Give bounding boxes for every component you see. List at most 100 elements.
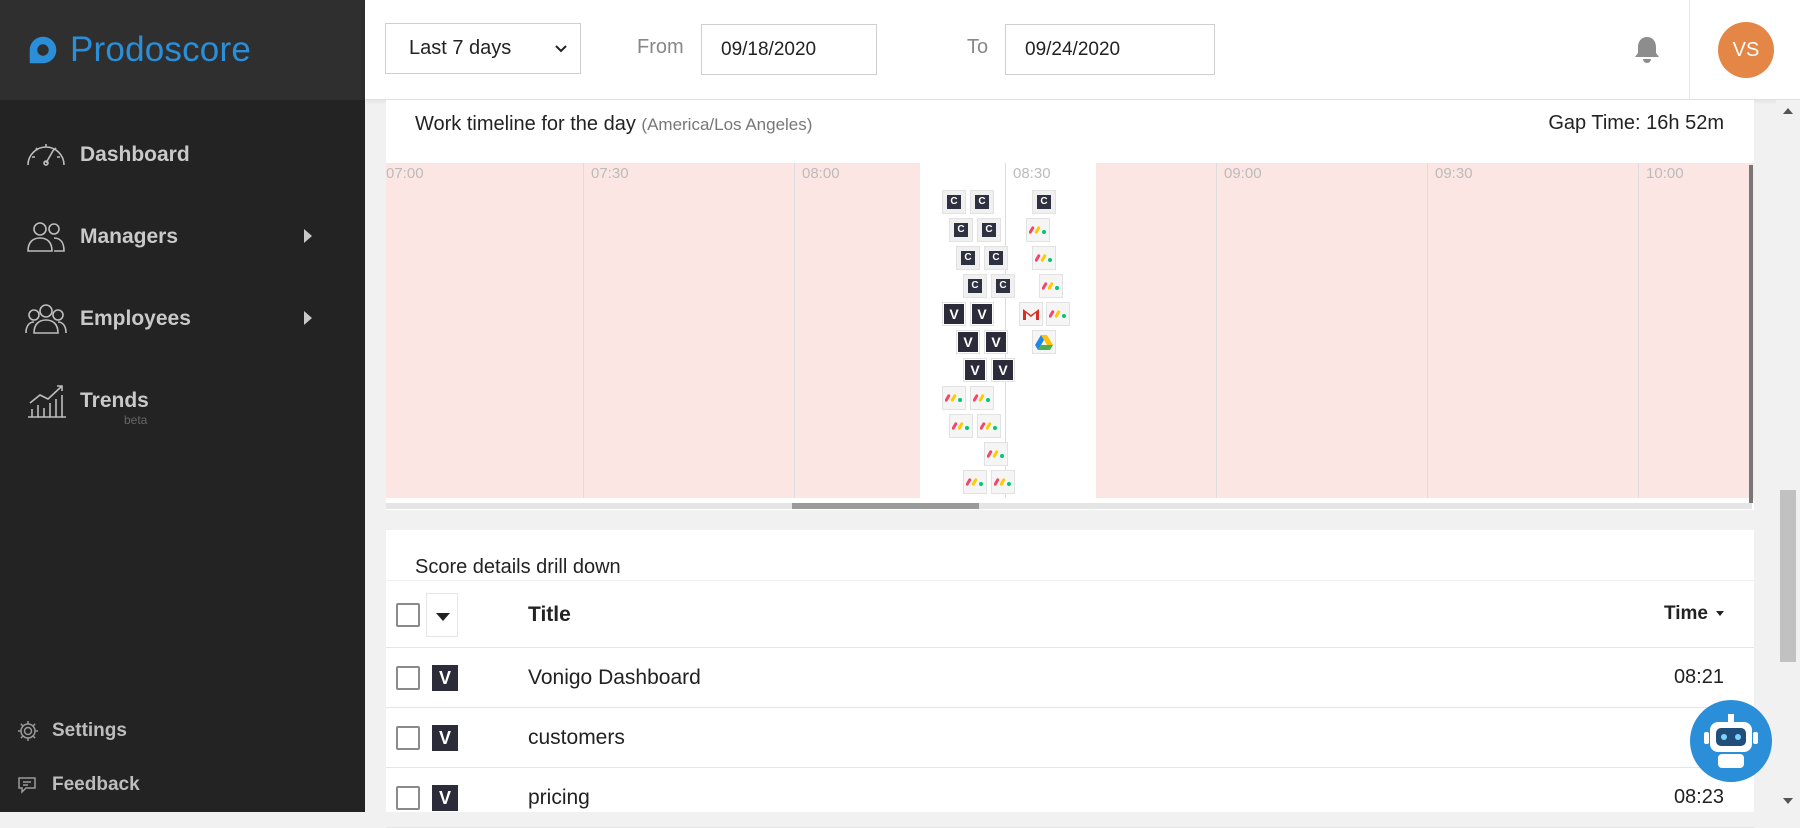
app-c-icon[interactable]: C xyxy=(1032,190,1056,214)
monday-app-icon[interactable] xyxy=(963,470,987,494)
app-c-icon[interactable]: C xyxy=(963,274,987,298)
vonigo-app-icon[interactable]: V xyxy=(970,302,994,326)
from-label: From xyxy=(637,36,684,58)
monday-app-icon[interactable] xyxy=(1026,218,1050,242)
vonigo-app-icon[interactable]: V xyxy=(963,358,987,382)
table-row[interactable]: V pricing 08:23 xyxy=(386,768,1754,828)
table-header: Title Time xyxy=(386,580,1754,648)
from-date-input[interactable]: 09/18/2020 xyxy=(701,24,877,75)
prodoscore-logo-icon xyxy=(29,36,57,64)
app-c-icon[interactable]: C xyxy=(942,190,966,214)
table-row[interactable]: V customers 08 xyxy=(386,708,1754,768)
chevron-down-icon xyxy=(555,45,567,53)
timeline-title: Work timeline for the day (America/Los A… xyxy=(415,113,812,136)
sidebar-item-dashboard[interactable]: Dashboard xyxy=(0,114,365,196)
vonigo-app-icon[interactable]: V xyxy=(942,302,966,326)
drill-down-title: Score details drill down xyxy=(415,556,621,578)
vonigo-app-icon: V xyxy=(432,665,458,691)
monday-app-icon[interactable] xyxy=(1039,274,1063,298)
vonigo-app-icon[interactable]: V xyxy=(991,358,1015,382)
page-vertical-scrollbar[interactable] xyxy=(1776,100,1800,812)
bell-icon[interactable] xyxy=(1633,34,1661,64)
tick-label: 07:30 xyxy=(591,165,629,182)
monday-app-icon[interactable] xyxy=(984,442,1008,466)
tick-label: 09:30 xyxy=(1435,165,1473,182)
expand-caret-icon[interactable] xyxy=(304,311,312,325)
tick-label: 07:00 xyxy=(386,165,424,182)
scroll-down-arrow-icon[interactable] xyxy=(1783,798,1793,804)
monday-app-icon[interactable] xyxy=(949,414,973,438)
avatar[interactable]: VS xyxy=(1718,22,1774,78)
timeline-chart[interactable]: 07:00 07:30 08:00 08:30 09:00 09:30 10:0… xyxy=(386,163,1754,498)
row-checkbox[interactable] xyxy=(396,786,420,810)
top-divider xyxy=(1689,0,1690,100)
row-checkbox[interactable] xyxy=(396,726,420,750)
scrollbar-thumb[interactable] xyxy=(792,503,979,509)
tick-line xyxy=(583,163,584,498)
table-row[interactable]: V Vonigo Dashboard 08:21 xyxy=(386,648,1754,708)
sidebar-item-trends[interactable]: Trends beta xyxy=(0,360,365,442)
sidebar-item-label: Employees xyxy=(80,307,191,330)
tick-label: 08:00 xyxy=(802,165,840,182)
app-c-icon[interactable]: C xyxy=(949,218,973,242)
timeline-card: Work timeline for the day (America/Los A… xyxy=(386,100,1754,510)
vonigo-app-icon[interactable]: V xyxy=(956,330,980,354)
scrollbar-thumb[interactable] xyxy=(1780,490,1796,662)
app-c-icon[interactable]: C xyxy=(977,218,1001,242)
app-c-icon[interactable]: C xyxy=(991,274,1015,298)
sidebar-item-label: Trends xyxy=(80,389,149,412)
timeline-horizontal-scrollbar[interactable] xyxy=(386,503,1752,509)
row-title: customers xyxy=(528,726,625,749)
sidebar-item-employees[interactable]: Employees xyxy=(0,278,365,360)
expand-caret-icon[interactable] xyxy=(304,229,312,243)
tick-line xyxy=(794,163,795,498)
app-c-icon[interactable]: C xyxy=(956,246,980,270)
robot-icon xyxy=(1704,714,1758,768)
monday-app-icon[interactable] xyxy=(942,386,966,410)
feedback-label: Feedback xyxy=(52,774,140,795)
chatbot-button[interactable] xyxy=(1690,700,1772,782)
tick-label: 09:00 xyxy=(1224,165,1262,182)
sort-desc-icon xyxy=(1716,611,1724,617)
vonigo-app-icon: V xyxy=(432,725,458,751)
sidebar-nav: Dashboard Managers Employees Trends beta xyxy=(0,100,365,442)
vonigo-app-icon[interactable]: V xyxy=(984,330,1008,354)
timezone-text: (America/Los Angeles) xyxy=(641,115,813,134)
monday-app-icon[interactable] xyxy=(991,470,1015,494)
monday-app-icon[interactable] xyxy=(1032,246,1056,270)
sidebar-item-label: Dashboard xyxy=(80,143,190,166)
app-c-icon[interactable]: C xyxy=(984,246,1008,270)
scroll-up-arrow-icon[interactable] xyxy=(1783,108,1793,114)
gap-time: Gap Time: 16h 52m xyxy=(1548,112,1724,134)
column-time[interactable]: Time xyxy=(1664,603,1724,625)
tick-line xyxy=(1638,163,1639,498)
timeline-title-text: Work timeline for the day xyxy=(415,113,636,135)
date-range-value: Last 7 days xyxy=(409,37,512,59)
settings-link[interactable]: Settings xyxy=(0,704,365,758)
sidebar-item-managers[interactable]: Managers xyxy=(0,196,365,278)
row-title: pricing xyxy=(528,786,590,809)
row-time: 08:23 xyxy=(1673,786,1724,808)
to-date-input[interactable]: 09/24/2020 xyxy=(1005,24,1215,75)
monday-app-icon[interactable] xyxy=(977,414,1001,438)
brand[interactable]: Prodoscore xyxy=(0,0,365,100)
app-c-icon[interactable]: C xyxy=(970,190,994,214)
managers-icon xyxy=(27,222,65,252)
gap-block xyxy=(1096,163,1754,498)
feedback-icon xyxy=(18,777,36,794)
speedometer-icon xyxy=(27,144,65,166)
feedback-link[interactable]: Feedback xyxy=(0,758,365,812)
timeline-edge-bar xyxy=(1749,165,1753,503)
settings-label: Settings xyxy=(52,720,127,741)
gmail-app-icon[interactable] xyxy=(1019,302,1043,326)
monday-app-icon[interactable] xyxy=(1046,302,1070,326)
sidebar-item-label: Managers xyxy=(80,225,179,248)
column-title[interactable]: Title xyxy=(528,603,571,627)
select-all-checkbox[interactable] xyxy=(396,603,420,627)
row-checkbox[interactable] xyxy=(396,666,420,690)
employees-icon xyxy=(25,304,67,334)
monday-app-icon[interactable] xyxy=(970,386,994,410)
google-drive-app-icon[interactable] xyxy=(1032,330,1056,354)
date-range-select[interactable]: Last 7 days xyxy=(385,23,581,74)
bulk-action-dropdown[interactable] xyxy=(426,593,458,637)
